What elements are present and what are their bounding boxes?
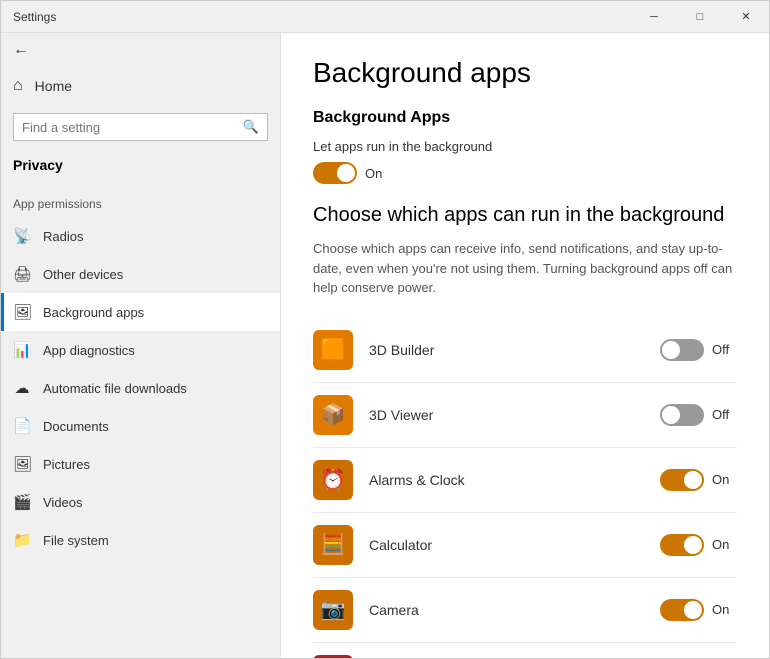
app-toggle-area-camera: On	[660, 599, 737, 621]
app-toggle-knob-3d-viewer	[662, 406, 680, 424]
app-name-camera: Camera	[369, 602, 660, 618]
app-row-candy-crush: 🍬Candy Crush Soda SagaOff	[313, 643, 737, 659]
app-row-camera: 📷 Camera On	[313, 578, 737, 643]
pictures-label: Pictures	[43, 457, 90, 472]
sidebar-item-app-diagnostics[interactable]: 📊 App diagnostics	[1, 331, 280, 369]
app-toggle-area-calculator: On	[660, 534, 737, 556]
back-button[interactable]: ←	[1, 33, 280, 67]
background-apps-label: Background apps	[43, 305, 144, 320]
file-system-icon: 📁	[13, 531, 31, 549]
app-icon-3d-builder: 🟧	[313, 330, 353, 370]
radios-label: Radios	[43, 229, 83, 244]
app-icon-calculator: 🧮	[313, 525, 353, 565]
maximize-button[interactable]: □	[677, 1, 723, 33]
app-name-3d-builder: 3D Builder	[369, 342, 660, 358]
main-toggle-knob	[337, 164, 355, 182]
automatic-file-downloads-icon: ☁	[13, 379, 31, 397]
file-system-label: File system	[43, 533, 109, 548]
videos-icon: 🎬	[13, 493, 31, 511]
app-toggle-knob-camera	[684, 601, 702, 619]
app-toggle-calculator[interactable]	[660, 534, 704, 556]
sidebar-item-documents[interactable]: 📄 Documents	[1, 407, 280, 445]
app-row-alarms-clock: ⏰ Alarms & Clock On	[313, 448, 737, 513]
main-toggle-container: On	[313, 162, 737, 184]
app-row-3d-builder: 🟧 3D Builder Off	[313, 318, 737, 383]
privacy-label: Privacy	[1, 149, 280, 181]
app-toggle-knob-3d-builder	[662, 341, 680, 359]
app-diagnostics-icon: 📊	[13, 341, 31, 359]
main-toggle[interactable]	[313, 162, 357, 184]
app-toggle-text-calculator: On	[712, 537, 737, 552]
app-row-calculator: 🧮 Calculator On	[313, 513, 737, 578]
search-box[interactable]: 🔍	[13, 113, 268, 141]
home-icon: ⌂	[13, 77, 23, 95]
choose-desc: Choose which apps can receive info, send…	[313, 239, 733, 298]
titlebar-title: Settings	[13, 10, 56, 24]
titlebar: Settings ─ □ ✕	[1, 1, 769, 33]
sidebar-item-other-devices[interactable]: 🖨 Other devices	[1, 255, 280, 293]
app-toggle-3d-builder[interactable]	[660, 339, 704, 361]
app-toggle-area-3d-viewer: Off	[660, 404, 737, 426]
search-input[interactable]	[22, 120, 243, 135]
app-permissions-title: App permissions	[1, 181, 280, 217]
documents-label: Documents	[43, 419, 109, 434]
choose-title: Choose which apps can run in the backgro…	[313, 204, 737, 227]
documents-icon: 📄	[13, 417, 31, 435]
app-icon-candy-crush: 🍬	[313, 655, 353, 659]
app-name-calculator: Calculator	[369, 537, 660, 553]
page-title: Background apps	[313, 57, 737, 89]
pictures-icon: 🖼	[13, 455, 31, 473]
sidebar-item-automatic-file-downloads[interactable]: ☁ Automatic file downloads	[1, 369, 280, 407]
app-toggle-text-camera: On	[712, 602, 737, 617]
sidebar-item-radios[interactable]: 📡 Radios	[1, 217, 280, 255]
other-devices-icon: 🖨	[13, 265, 31, 283]
titlebar-controls: ─ □ ✕	[631, 1, 769, 33]
other-devices-label: Other devices	[43, 267, 123, 282]
background-apps-icon: 🖼	[13, 303, 31, 321]
automatic-file-downloads-label: Automatic file downloads	[43, 381, 187, 396]
back-icon: ←	[13, 41, 29, 59]
settings-window: Settings ─ □ ✕ ← ⌂ Home 🔍 Privacy App pe…	[0, 0, 770, 659]
sidebar-item-home[interactable]: ⌂ Home	[1, 67, 280, 105]
main-content: ← ⌂ Home 🔍 Privacy App permissions 📡 Radi…	[1, 33, 769, 658]
app-toggle-knob-alarms-clock	[684, 471, 702, 489]
app-toggle-camera[interactable]	[660, 599, 704, 621]
app-icon-camera: 📷	[313, 590, 353, 630]
app-diagnostics-label: App diagnostics	[43, 343, 135, 358]
minimize-button[interactable]: ─	[631, 1, 677, 33]
app-toggle-3d-viewer[interactable]	[660, 404, 704, 426]
sidebar: ← ⌂ Home 🔍 Privacy App permissions 📡 Radi…	[1, 33, 281, 658]
toggle-label: Let apps run in the background	[313, 139, 737, 154]
app-toggle-text-3d-viewer: Off	[712, 407, 737, 422]
app-name-alarms-clock: Alarms & Clock	[369, 472, 660, 488]
app-toggle-alarms-clock[interactable]	[660, 469, 704, 491]
section-title: Background Apps	[313, 109, 737, 127]
search-icon: 🔍	[243, 119, 259, 135]
sidebar-item-videos[interactable]: 🎬 Videos	[1, 483, 280, 521]
app-icon-alarms-clock: ⏰	[313, 460, 353, 500]
videos-label: Videos	[43, 495, 83, 510]
app-toggle-area-3d-builder: Off	[660, 339, 737, 361]
app-row-3d-viewer: 📦 3D Viewer Off	[313, 383, 737, 448]
close-button[interactable]: ✕	[723, 1, 769, 33]
main-panel: Background apps Background Apps Let apps…	[281, 33, 769, 658]
main-toggle-text: On	[365, 166, 382, 181]
apps-list: 🟧 3D Builder Off 📦 3D Viewer Off ⏰ Alarms & Clo…	[313, 318, 737, 659]
sidebar-item-file-system[interactable]: 📁 File system	[1, 521, 280, 559]
app-toggle-text-alarms-clock: On	[712, 472, 737, 487]
radios-icon: 📡	[13, 227, 31, 245]
sidebar-item-pictures[interactable]: 🖼 Pictures	[1, 445, 280, 483]
sidebar-item-background-apps[interactable]: 🖼 Background apps	[1, 293, 280, 331]
app-toggle-text-3d-builder: Off	[712, 342, 737, 357]
home-label: Home	[35, 78, 72, 94]
app-name-3d-viewer: 3D Viewer	[369, 407, 660, 423]
app-toggle-area-alarms-clock: On	[660, 469, 737, 491]
sidebar-items-list: 📡 Radios 🖨 Other devices 🖼 Background apps 📊 Ap…	[1, 217, 280, 559]
app-toggle-knob-calculator	[684, 536, 702, 554]
app-icon-3d-viewer: 📦	[313, 395, 353, 435]
